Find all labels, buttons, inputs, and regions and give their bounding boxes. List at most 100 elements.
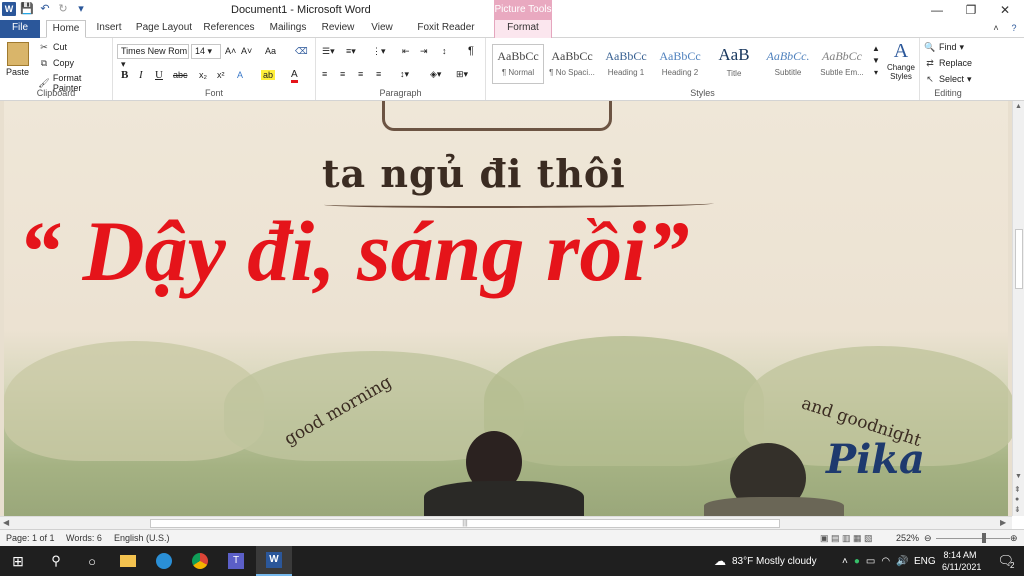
highlight-button[interactable]: ab [261,70,276,80]
battery-icon[interactable]: ▭ [866,556,875,567]
replace-button[interactable]: ⇄ Replace [924,57,972,69]
subscript-button[interactable]: x₂ [199,70,207,80]
browse-object-icon[interactable]: ● [1015,496,1019,503]
superscript-button[interactable]: x² [217,70,225,80]
restore-button[interactable]: ❐ [954,0,988,20]
italic-button[interactable]: I [139,69,143,81]
view-buttons[interactable]: ▣ ▤ ▥ ▦ ▧ [820,533,873,544]
borders-icon[interactable]: ⊞▾ [456,69,468,80]
underline-button[interactable]: U [155,69,163,81]
font-color-button[interactable]: A [291,69,298,83]
copy-button[interactable]: ⧉ Copy [38,57,74,69]
bold-button[interactable]: B [121,69,128,81]
tab-mailings[interactable]: Mailings [264,20,312,38]
line-spacing-icon[interactable]: ↕▾ [400,69,409,80]
task-view-icon[interactable]: ○ [74,546,110,576]
clock[interactable]: 8:14 AM 6/11/2021 [942,549,981,573]
document-area[interactable]: ta ngủ đi thôi “ Dậy đi, sáng rồi” good … [0,101,1012,516]
chrome-icon[interactable] [182,546,218,576]
inserted-picture[interactable]: ta ngủ đi thôi “ Dậy đi, sáng rồi” good … [4,101,1012,516]
cut-button[interactable]: ✂ Cut [38,41,67,53]
tab-review[interactable]: Review [318,20,358,38]
language-indicator[interactable]: English (U.S.) [114,533,170,543]
strikethrough-button[interactable]: abc [173,70,188,80]
tab-home[interactable]: Home [46,20,86,38]
horizontal-scroll-thumb[interactable]: ||| [150,519,780,528]
justify-icon[interactable]: ≡ [376,69,381,79]
align-center-icon[interactable]: ≡ [340,69,345,79]
minimize-button[interactable]: — [920,0,954,20]
word-taskbar-icon[interactable]: W [256,546,292,576]
shrink-font-button[interactable]: A˅ [241,46,252,56]
close-button[interactable]: ✕ [988,0,1022,20]
teams-icon[interactable]: T [218,546,254,576]
select-button[interactable]: ↖ Select ▾ [924,73,971,85]
volume-icon[interactable]: 🔊 [896,556,908,567]
grow-font-button[interactable]: A˄ [225,46,236,56]
tab-view[interactable]: View [364,20,400,38]
tab-foxit[interactable]: Foxit Reader PDF [406,20,486,49]
zoom-out-icon[interactable]: ⊖ [924,533,932,544]
align-left-icon[interactable]: ≡ [322,69,327,79]
style-title[interactable]: AaB Title [708,44,760,84]
tray-app-icon[interactable]: ● [854,556,860,567]
page-count[interactable]: Page: 1 of 1 [6,533,55,543]
wifi-icon[interactable]: ◠ [881,556,890,567]
font-name-select[interactable]: Times New Rom ▾ [117,44,189,69]
style-normal[interactable]: AaBbCc ¶ Normal [492,44,544,84]
style-subtitle[interactable]: AaBbCc. Subtitle [762,44,814,84]
shading-icon[interactable]: ◈▾ [430,69,441,80]
tab-page-layout[interactable]: Page Layout [134,20,194,38]
scroll-left-icon[interactable]: ◀ [3,518,9,527]
change-styles-button[interactable]: A Change Styles [882,40,920,81]
style-heading-2[interactable]: AaBbCc Heading 2 [654,44,706,84]
align-right-icon[interactable]: ≡ [358,69,363,79]
show-marks-button[interactable]: ¶ [468,45,474,57]
customize-qa-icon[interactable]: ▾ [74,2,88,16]
weather-widget[interactable]: ☁ 83°F Mostly cloudy [714,546,817,576]
tab-references[interactable]: References [200,20,258,38]
redo-icon[interactable]: ↻ [56,2,70,16]
text-effects-icon[interactable]: A [237,70,243,80]
headline-text[interactable]: “ Dậy đi, sáng rồi” [18,201,689,301]
tab-insert[interactable]: Insert [90,20,128,38]
scroll-right-icon[interactable]: ▶ [1000,518,1006,527]
scroll-up-icon[interactable]: ▲ [1015,103,1022,110]
search-icon[interactable]: ⚲ [38,546,74,576]
ribbon-collapse-icon[interactable]: ˄ [988,20,1004,38]
styles-scroll[interactable]: ▲ ▼ ▾ [872,44,880,77]
prev-page-icon[interactable]: ⇞ [1014,485,1021,494]
clear-format-icon[interactable]: ⌫ [295,46,308,57]
zoom-level[interactable]: 252% [896,533,919,543]
find-button[interactable]: 🔍 Find ▾ [924,41,964,53]
tab-file[interactable]: File [0,20,40,38]
multilevel-list-icon[interactable]: ⋮▾ [372,46,386,57]
language-tray[interactable]: ENG [914,546,936,576]
sort-icon[interactable]: ↕ [442,46,447,56]
decrease-indent-icon[interactable]: ⇤ [402,46,410,57]
zoom-in-icon[interactable]: ⊕ [1010,533,1018,544]
numbering-icon[interactable]: ≡▾ [346,46,356,57]
notification-button[interactable]: 🗨 2 [988,546,1024,576]
help-icon[interactable]: ? [1006,20,1022,38]
scroll-down-icon[interactable]: ▼ [1015,473,1022,480]
edge-icon[interactable] [146,546,182,576]
style-subtle-emphasis[interactable]: AaBbCc Subtle Em... [816,44,868,84]
vertical-scroll-thumb[interactable] [1015,229,1023,289]
tab-format[interactable]: Format [494,20,552,38]
zoom-slider-thumb[interactable] [982,533,986,543]
change-case-button[interactable]: Aa [265,46,276,56]
style-no-spacing[interactable]: AaBbCc ¶ No Spaci... [546,44,598,84]
paste-button[interactable]: Paste [6,42,29,77]
bullets-icon[interactable]: ☰▾ [322,46,335,57]
style-heading-1[interactable]: AaBbCc Heading 1 [600,44,652,84]
increase-indent-icon[interactable]: ⇥ [420,46,428,57]
font-size-select[interactable]: 14 ▾ [191,44,221,59]
next-page-icon[interactable]: ⇟ [1014,505,1021,514]
file-explorer-icon[interactable] [110,546,146,576]
word-count[interactable]: Words: 6 [66,533,102,543]
zoom-slider[interactable] [936,538,1010,539]
save-icon[interactable]: 💾 [20,2,34,16]
undo-icon[interactable]: ↶ [38,2,52,16]
horizontal-scrollbar[interactable]: ◀ ||| ▶ [0,516,1012,529]
